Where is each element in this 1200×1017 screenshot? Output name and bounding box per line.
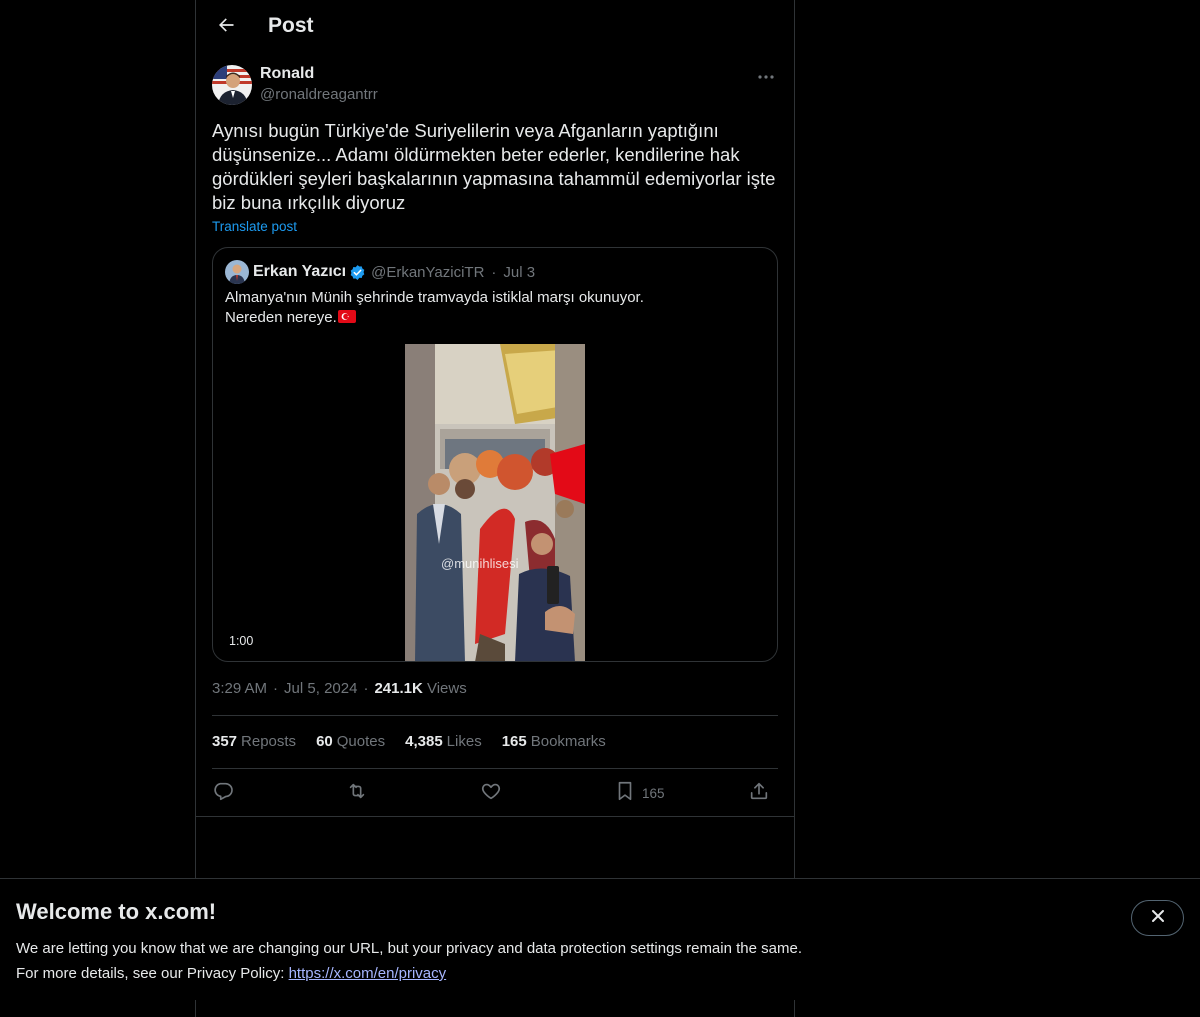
video-thumbnail (405, 344, 585, 661)
share-icon (748, 780, 770, 807)
quoted-text-line-2: Nereden nereye. (225, 309, 337, 326)
divider (212, 768, 778, 769)
divider (196, 816, 794, 817)
avatar[interactable] (212, 65, 252, 105)
divider (212, 715, 778, 716)
turkey-flag-icon (337, 309, 356, 323)
bookmarks-label: Bookmarks (530, 733, 606, 750)
separator-dot: · (363, 680, 369, 697)
reply-icon (212, 780, 234, 807)
page-header: Post (196, 0, 794, 54)
likes-stat[interactable]: 4,385 Likes (405, 733, 482, 750)
back-button[interactable] (208, 9, 244, 45)
post-text: Aynısı bugün Türkiye'de Suriyelilerin ve… (212, 120, 776, 213)
repost-icon (346, 780, 368, 807)
video-duration: 1:00 (225, 632, 258, 650)
banner-line: For more details, see our Privacy Policy… (16, 961, 802, 986)
quoted-post-date[interactable]: Jul 3 (503, 264, 535, 281)
privacy-policy-link[interactable]: https://x.com/en/privacy (289, 965, 447, 982)
reposts-count: 357 (212, 733, 238, 750)
quotes-label: Quotes (336, 733, 386, 750)
video-player[interactable]: @munihlisesi (405, 344, 585, 661)
verified-badge-icon (349, 264, 366, 281)
banner-line-prefix: For more details, see our Privacy Policy… (16, 965, 289, 982)
banner-line: We are letting you know that we are chan… (16, 940, 802, 957)
heart-icon (480, 780, 502, 807)
url-change-banner: Welcome to x.com! We are letting you kno… (0, 878, 1200, 1000)
share-button[interactable] (748, 777, 770, 809)
post-metadata: 3:29 AM · Jul 5, 2024 · 241.1K Views (212, 680, 467, 697)
engagement-stats: 357 Reposts 60 Quotes 4,385 Likes 165 Bookma… (212, 733, 626, 750)
reposts-stat[interactable]: 357 Reposts (212, 733, 296, 750)
reply-button[interactable] (212, 777, 234, 809)
views-label: Views (426, 680, 467, 697)
quotes-stat[interactable]: 60 Quotes (316, 733, 385, 750)
video-watermark: @munihlisesi (441, 556, 519, 571)
likes-count: 4,385 (405, 733, 443, 750)
arrow-left-icon (216, 15, 236, 40)
post-time[interactable]: 3:29 AM (212, 680, 267, 697)
quoted-author-name[interactable]: Erkan Yazıcı (253, 263, 346, 281)
author-handle[interactable]: @ronaldreagantrr (260, 86, 378, 103)
separator-dot: · (491, 263, 497, 281)
quoted-post-text: Almanya'nın Münih şehrinde tramvayda ist… (225, 288, 765, 328)
reposts-label: Reposts (241, 733, 297, 750)
translate-post-link[interactable]: Translate post (212, 219, 297, 234)
quotes-count: 60 (316, 733, 333, 750)
more-options-button[interactable] (754, 64, 778, 86)
separator-dot: · (273, 680, 279, 697)
close-banner-button[interactable] (1131, 900, 1184, 936)
primary-column: Post Ronald @ronaldreagantrr Aynısı bugü… (195, 0, 795, 1017)
quoted-text-line: Nereden nereye. (225, 308, 765, 328)
bookmarks-count: 165 (501, 733, 527, 750)
like-button[interactable] (480, 777, 502, 809)
likes-label: Likes (446, 733, 482, 750)
banner-message: We are letting you know that we are chan… (16, 936, 802, 986)
repost-button[interactable] (346, 777, 368, 809)
quoted-text-line: Almanya'nın Münih şehrinde tramvayda ist… (225, 289, 644, 306)
post-author: Ronald @ronaldreagantrr (212, 64, 778, 108)
quoted-author-handle: @ErkanYaziciTR (371, 263, 485, 281)
bookmarks-stat[interactable]: 165 Bookmarks (502, 733, 606, 750)
bookmark-button[interactable]: 165 (614, 777, 665, 809)
author-name[interactable]: Ronald (260, 65, 314, 83)
quoted-post[interactable]: Erkan Yazıcı @ErkanYaziciTR · Jul 3 Alma… (212, 247, 778, 662)
quoted-post-header: Erkan Yazıcı @ErkanYaziciTR · Jul 3 (225, 260, 535, 284)
post-date[interactable]: Jul 5, 2024 (284, 680, 357, 697)
action-bar: 165 (212, 777, 778, 809)
banner-title: Welcome to x.com! (16, 899, 217, 924)
bookmark-icon (614, 780, 636, 807)
views-count: 241.1K (374, 680, 423, 697)
close-icon (1150, 908, 1166, 929)
quoted-avatar[interactable] (225, 260, 249, 284)
page-title: Post (268, 14, 314, 37)
more-icon (758, 66, 774, 84)
bookmark-count: 165 (642, 785, 665, 801)
